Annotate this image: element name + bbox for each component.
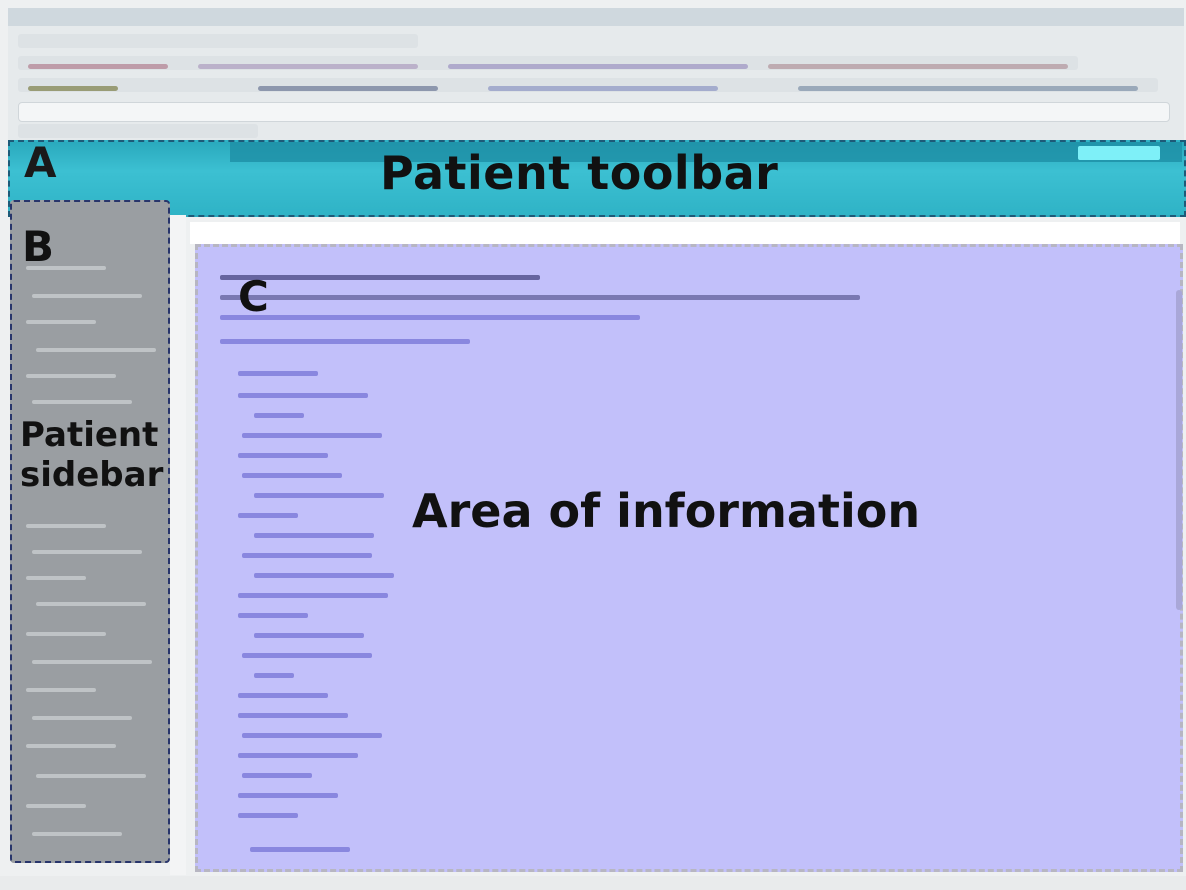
toolbar-region-label: Patient toolbar [380, 146, 779, 200]
bottom-bar [0, 876, 1186, 890]
browser-tabs-row [18, 34, 418, 48]
information-area-scrollbar[interactable] [1176, 290, 1182, 610]
information-region-letter: C [238, 272, 269, 321]
toolbar-region-letter: A [24, 138, 57, 187]
browser-address-bar [18, 102, 1170, 122]
toolbar-highlight-control [1078, 146, 1160, 160]
information-region-label: Area of information [412, 484, 921, 538]
sidebar-gutter [170, 215, 186, 875]
browser-titlebar [8, 8, 1184, 26]
breadcrumb-strip [190, 222, 1180, 244]
patient-sidebar-region [10, 200, 170, 863]
sidebar-label-line1: Patient [20, 415, 159, 455]
sidebar-region-label: Patient sidebar [20, 415, 163, 495]
sidebar-label-line2: sidebar [20, 455, 164, 495]
browser-status-row [18, 124, 258, 138]
sidebar-region-letter: B [22, 222, 55, 271]
browser-chrome [8, 8, 1184, 140]
information-area-region [195, 244, 1183, 872]
